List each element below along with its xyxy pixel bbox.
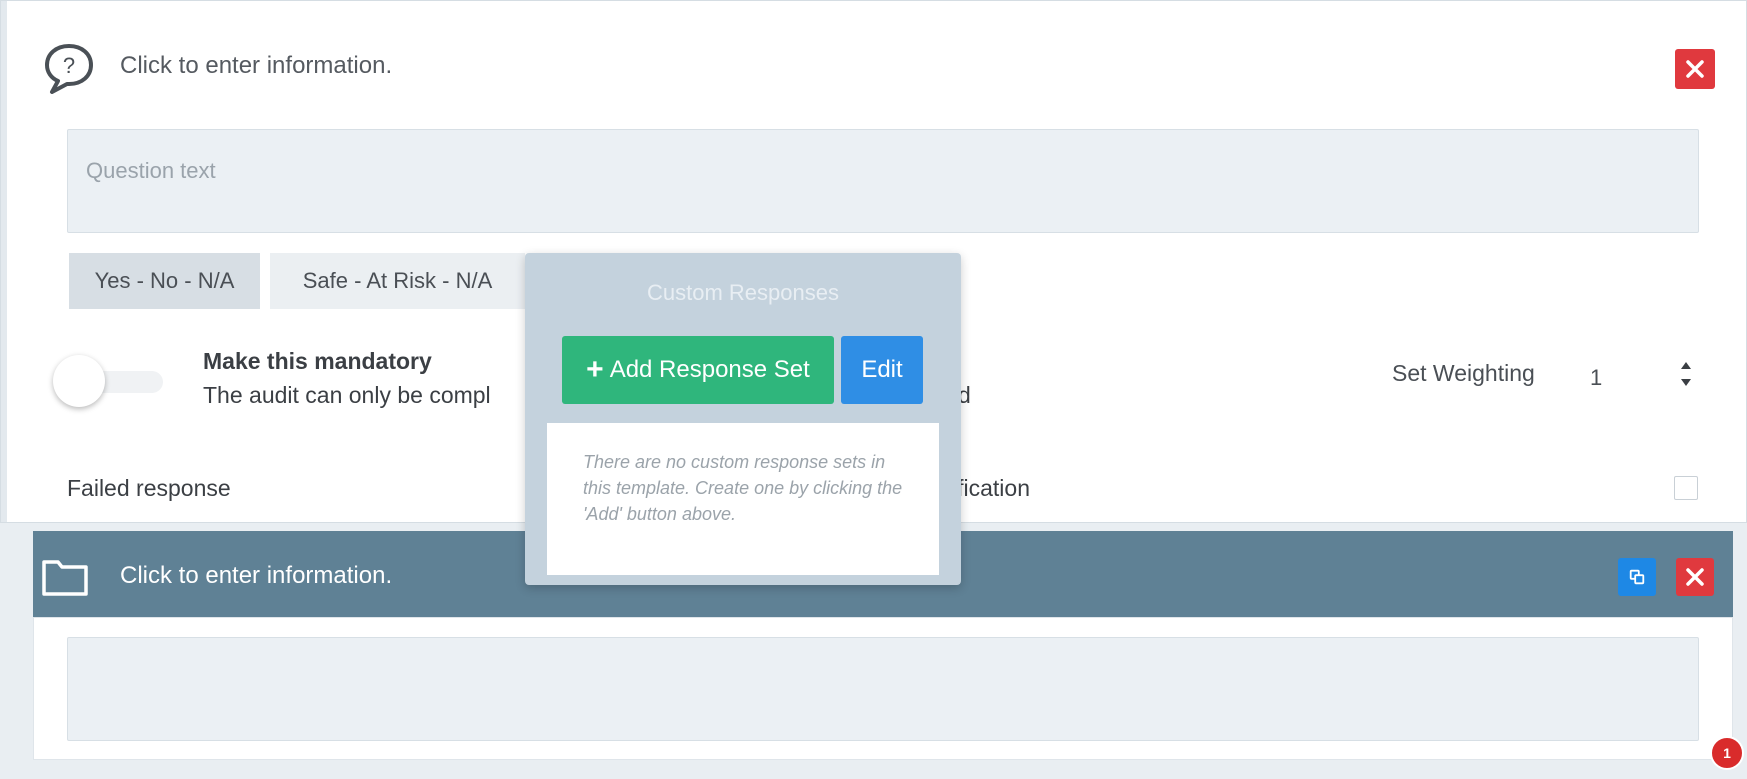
mandatory-title: Make this mandatory: [203, 348, 432, 374]
section-text-input[interactable]: [67, 637, 1699, 741]
close-icon: [1686, 60, 1704, 78]
weighting-spinner-icon[interactable]: [1676, 354, 1696, 394]
delete-question-button[interactable]: [1675, 49, 1715, 89]
close-icon: [1686, 568, 1704, 586]
question-bubble-icon: ?: [45, 44, 93, 94]
mandatory-toggle[interactable]: [53, 355, 171, 407]
set-weighting-label: Set Weighting: [1392, 360, 1535, 386]
tab-yes-no-na[interactable]: Yes - No - N/A: [69, 253, 260, 309]
add-response-set-button[interactable]: + Add Response Set: [562, 336, 834, 404]
svg-text:?: ?: [63, 53, 75, 78]
notification-checkbox[interactable]: [1674, 476, 1698, 500]
custom-responses-title: Custom Responses: [647, 280, 839, 305]
section-header-text[interactable]: Click to enter information.: [120, 562, 392, 590]
tab-safe-at-risk-na[interactable]: Safe - At Risk - N/A: [270, 253, 525, 309]
folder-icon: [42, 560, 88, 596]
mandatory-description: The audit can only be compl: [203, 382, 491, 408]
notification-badge[interactable]: 1: [1710, 736, 1744, 770]
edit-response-set-button[interactable]: Edit: [841, 336, 923, 404]
question-text-input[interactable]: [67, 129, 1699, 233]
failed-response-label: Failed response: [67, 475, 231, 501]
notification-label: ification: [952, 475, 1030, 501]
copy-section-button[interactable]: [1618, 558, 1656, 596]
custom-responses-empty-box: There are no custom response sets in thi…: [547, 423, 939, 575]
copy-icon: [1629, 569, 1645, 585]
toggle-knob: [53, 355, 105, 407]
plus-icon: +: [586, 353, 604, 386]
question-header-text[interactable]: Click to enter information.: [120, 52, 392, 80]
custom-responses-empty-note: There are no custom response sets in thi…: [583, 452, 903, 524]
add-response-set-label: Add Response Set: [609, 356, 810, 383]
delete-section-button[interactable]: [1676, 558, 1714, 596]
